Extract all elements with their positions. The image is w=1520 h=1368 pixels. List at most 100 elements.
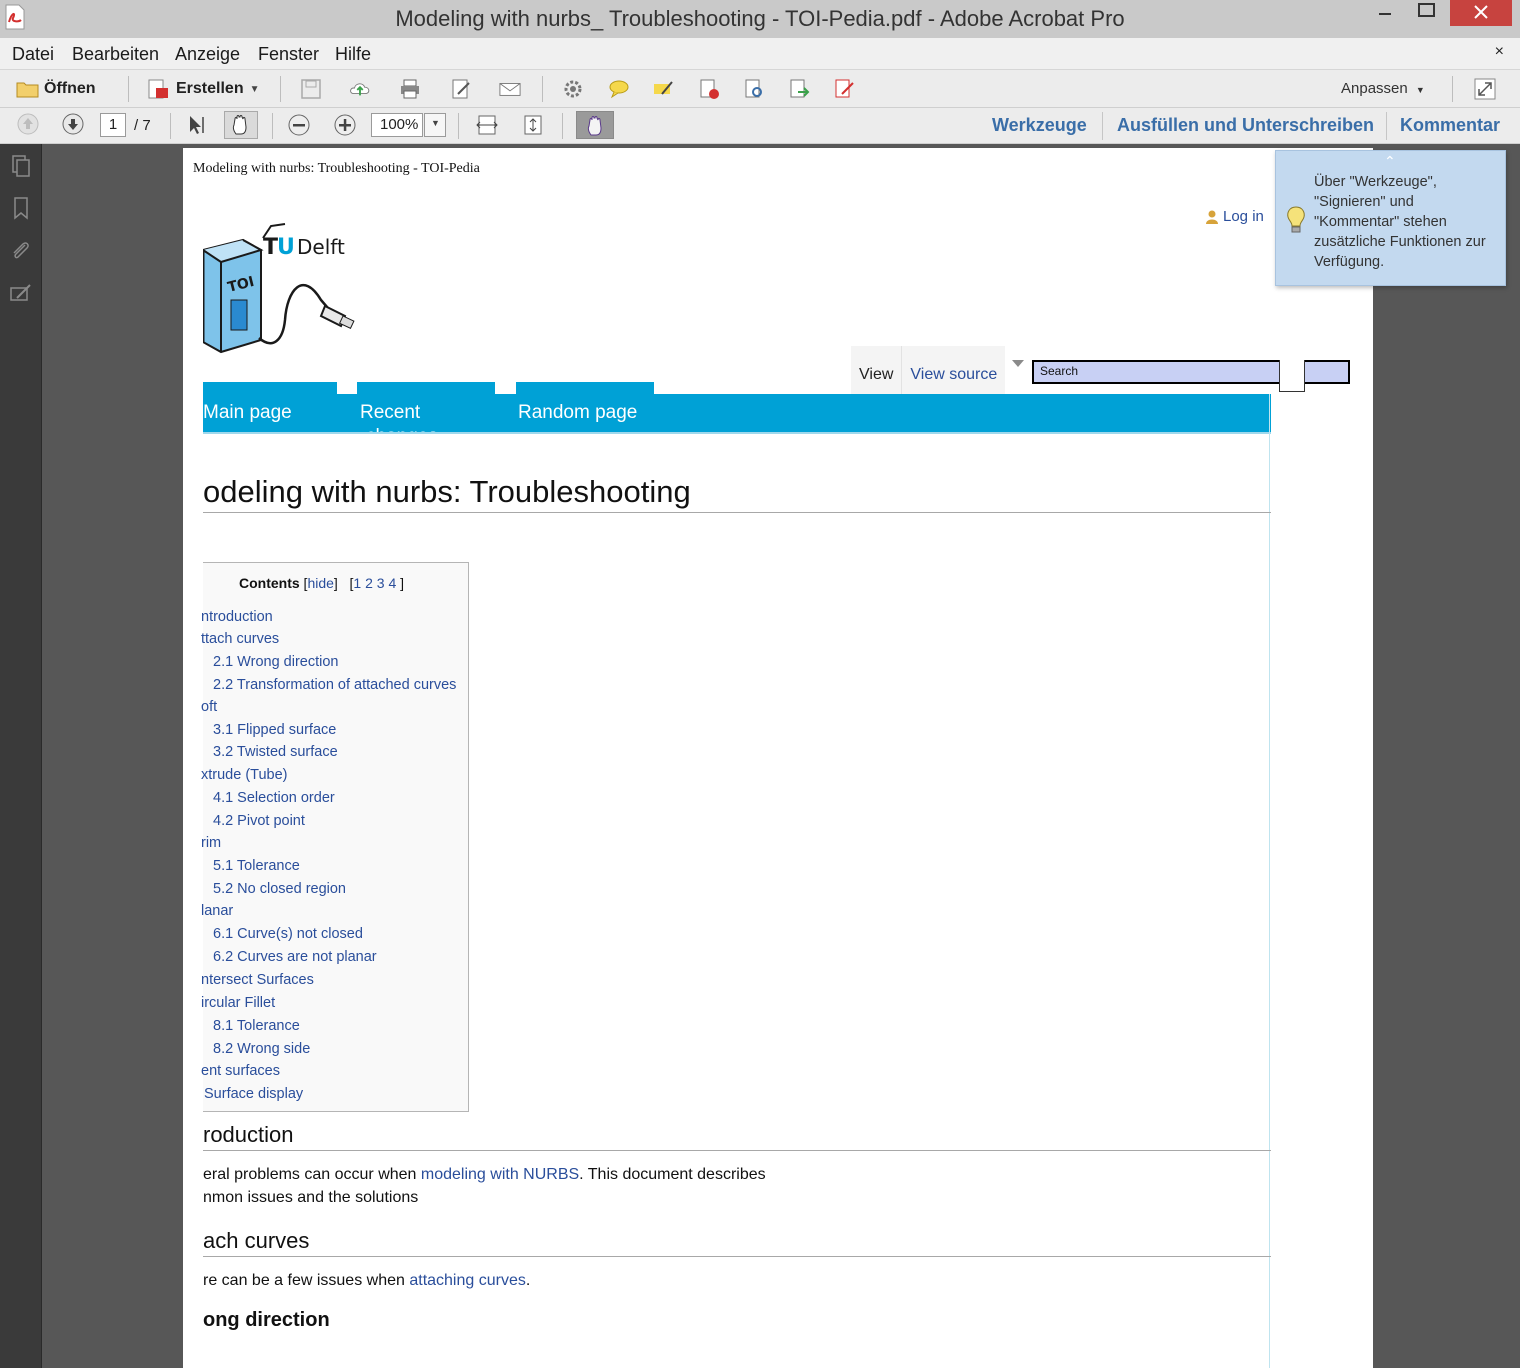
menu-datei[interactable]: Datei <box>12 44 54 65</box>
customize-dropdown[interactable]: Anpassen ▼ <box>1341 80 1425 97</box>
toc-item[interactable]: 3.1 Flipped surface <box>213 722 336 738</box>
toc-item[interactable]: 3.2 Twisted surface <box>213 744 338 760</box>
toc-item[interactable]: xtrude (Tube) <box>201 767 288 783</box>
minimize-button[interactable] <box>1362 0 1408 26</box>
comment-panel-link[interactable]: Kommentar <box>1400 115 1500 136</box>
select-cursor-icon[interactable] <box>186 114 208 136</box>
attaching-curves-link[interactable]: attaching curves <box>409 1272 526 1289</box>
toc-item[interactable]: lanar <box>201 903 233 919</box>
panel-separator <box>1386 112 1387 140</box>
navigation-pane <box>0 144 42 1368</box>
more-actions-icon[interactable] <box>1012 360 1024 367</box>
open-button[interactable]: Öffnen <box>16 77 96 101</box>
create-button[interactable]: Erstellen ▼ <box>146 77 260 101</box>
bookmark-icon[interactable] <box>9 196 33 220</box>
toc-item[interactable]: 8.1 Tolerance <box>213 1018 300 1034</box>
chevron-down-icon: ▼ <box>249 83 260 95</box>
toc-item[interactable]: Surface display <box>204 1086 303 1102</box>
page-thumbnails-icon[interactable] <box>9 154 33 178</box>
gear-icon[interactable] <box>562 78 584 100</box>
tools-panel-link[interactable]: Werkzeuge <box>992 115 1087 136</box>
nav-main-page[interactable]: Main page <box>203 382 337 432</box>
fill-sign-panel-link[interactable]: Ausfüllen und Unterschreiben <box>1117 115 1374 136</box>
maximize-button[interactable] <box>1404 0 1450 26</box>
nav-recent-changes[interactable]: Recent changes <box>357 382 495 447</box>
toc-item[interactable]: oft <box>201 699 217 715</box>
navbar-divider <box>203 432 1271 434</box>
remove-page-icon[interactable] <box>698 78 720 100</box>
edit-document-icon[interactable] <box>450 78 472 100</box>
toc-item[interactable]: 6.1 Curve(s) not closed <box>213 926 363 942</box>
comment-icon[interactable] <box>608 78 630 100</box>
menu-anzeige[interactable]: Anzeige <box>175 44 240 65</box>
menu-fenster[interactable]: Fenster <box>258 44 319 65</box>
page-number-input[interactable]: 1 <box>100 113 126 137</box>
tooltip-text: Über "Werkzeuge", "Signieren" und "Komme… <box>1314 174 1486 270</box>
sign-document-icon[interactable] <box>833 78 855 100</box>
toc-page-link[interactable]: 4 <box>388 575 396 591</box>
zoom-input[interactable]: 100% <box>371 113 423 137</box>
toc-item[interactable]: 5.1 Tolerance <box>213 858 300 874</box>
email-icon[interactable] <box>499 78 521 100</box>
search-document-icon[interactable] <box>743 78 765 100</box>
zoom-dropdown[interactable]: ▼ <box>424 113 446 137</box>
tooltip-callout[interactable]: ⌃ Über "Werkzeuge", "Signieren" und "Kom… <box>1275 150 1506 286</box>
toi-pedia-logo[interactable]: TOI T U Delft <box>201 220 363 380</box>
touch-hand-icon <box>587 116 602 136</box>
upload-cloud-icon[interactable] <box>349 78 371 100</box>
toc-item[interactable]: 8.2 Wrong side <box>213 1041 310 1057</box>
toc-item[interactable]: rim <box>201 835 221 851</box>
signature-icon[interactable] <box>9 282 33 306</box>
close-document-icon[interactable]: × <box>1495 43 1504 61</box>
save-icon[interactable] <box>300 78 322 100</box>
panel-separator <box>1102 112 1103 140</box>
toc-item[interactable]: ircular Fillet <box>201 995 275 1011</box>
attachment-icon[interactable] <box>9 239 33 263</box>
menu-bearbeiten[interactable]: Bearbeiten <box>72 44 159 65</box>
fit-page-icon[interactable] <box>522 114 544 136</box>
page-header: Modeling with nurbs: Troubleshooting - T… <box>193 161 480 176</box>
export-icon[interactable] <box>788 78 810 100</box>
toc-item[interactable]: 5.2 No closed region <box>213 881 346 897</box>
toc-item[interactable]: ttach curves <box>201 631 279 647</box>
hand-icon <box>232 115 247 135</box>
highlight-icon[interactable] <box>652 78 674 100</box>
menu-hilfe[interactable]: Hilfe <box>335 44 371 65</box>
toc-page-link[interactable]: 1 <box>353 575 361 591</box>
touch-mode-button[interactable] <box>576 111 614 139</box>
hand-tool-button[interactable] <box>224 111 258 139</box>
wiki-navbar: Main page Recent changes Random page <box>203 382 1271 447</box>
toc-item[interactable]: 4.2 Pivot point <box>213 813 305 829</box>
table-of-contents: Contents [hide] [1 2 3 4 ] ntroduction tt… <box>201 562 469 1112</box>
toc-page-link[interactable]: 2 <box>365 575 373 591</box>
login-link[interactable]: Log in <box>1205 208 1264 225</box>
nav-random-page[interactable]: Random page <box>516 382 654 432</box>
next-page-icon[interactable] <box>62 113 84 135</box>
tab-view[interactable]: View <box>851 346 903 396</box>
section-divider <box>203 1256 1271 1257</box>
previous-page-icon[interactable] <box>17 113 39 135</box>
folder-icon <box>16 82 39 98</box>
chevron-down-icon: ▼ <box>431 118 440 128</box>
toc-item[interactable]: ent surfaces <box>201 1063 280 1079</box>
attach-text: re can be a few issues when <box>203 1272 410 1289</box>
toc-item[interactable]: 6.2 Curves are not planar <box>213 949 377 965</box>
fullscreen-icon[interactable] <box>1474 78 1496 100</box>
tab-view-source[interactable]: View source <box>902 346 1006 396</box>
toc-item[interactable]: ntroduction <box>201 609 273 625</box>
zoom-in-icon[interactable] <box>334 114 356 136</box>
toc-page-link[interactable]: 3 <box>377 575 385 591</box>
toc-item[interactable]: 2.2 Transformation of attached curves <box>213 677 456 693</box>
zoom-out-icon[interactable] <box>288 114 310 136</box>
search-button[interactable] <box>1279 360 1305 392</box>
print-icon[interactable] <box>399 78 421 100</box>
toc-item[interactable]: 2.1 Wrong direction <box>213 654 338 670</box>
modeling-with-nurbs-link[interactable]: modeling with NURBS <box>421 1166 579 1183</box>
collapse-icon[interactable]: ⌃ <box>1384 153 1396 170</box>
fit-width-icon[interactable] <box>476 114 498 136</box>
toc-item[interactable]: 4.1 Selection order <box>213 790 335 806</box>
close-window-button[interactable] <box>1450 0 1512 26</box>
section-heading-introduction: roduction <box>203 1122 294 1147</box>
toc-item[interactable]: ntersect Surfaces <box>201 972 314 988</box>
toc-hide-link[interactable]: hide <box>307 575 333 591</box>
